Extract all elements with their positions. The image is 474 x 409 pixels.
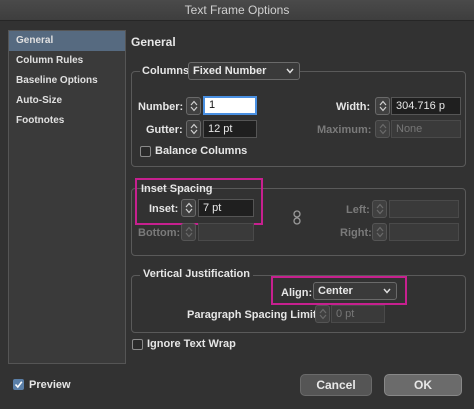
stepper-arrows-icon	[379, 123, 386, 135]
vertical-justification-title: Vertical Justification	[140, 268, 253, 280]
width-label: Width:	[336, 101, 371, 113]
inset-label: Inset:	[149, 203, 179, 215]
columns-label: Columns:	[140, 65, 195, 77]
section-title: General	[131, 35, 176, 49]
bottom-input	[198, 223, 254, 241]
stepper-arrows-icon	[190, 100, 197, 112]
sidebar-item-baseline-options[interactable]: Baseline Options	[9, 71, 125, 91]
columns-type-value: Fixed Number	[193, 65, 267, 77]
right-stepper	[372, 223, 387, 241]
balance-columns-checkbox[interactable]	[140, 146, 151, 157]
stepper-arrows-icon	[185, 226, 192, 238]
gutter-label: Gutter:	[146, 124, 183, 136]
maximum-stepper	[375, 120, 390, 138]
paragraph-spacing-input: 0 pt	[331, 305, 385, 323]
left-stepper	[372, 200, 387, 218]
inset-stepper[interactable]	[181, 199, 196, 217]
sidebar-item-auto-size[interactable]: Auto-Size	[9, 91, 125, 111]
number-stepper[interactable]	[186, 97, 201, 115]
width-input[interactable]: 304.716 p	[391, 97, 461, 115]
align-value: Center	[318, 285, 353, 297]
preview-label: Preview	[29, 379, 71, 391]
sidebar: General Column Rules Baseline Options Au…	[8, 30, 126, 364]
sidebar-item-general[interactable]: General	[9, 31, 125, 51]
align-label: Align:	[281, 287, 313, 299]
inset-input[interactable]: 7 pt	[198, 199, 254, 217]
number-label: Number:	[138, 101, 184, 113]
stepper-arrows-icon	[379, 100, 386, 112]
maximum-input: None	[391, 120, 461, 138]
window-title: Text Frame Options	[0, 0, 474, 21]
bottom-label: Bottom:	[138, 227, 181, 239]
paragraph-spacing-limit-label: Paragraph Spacing Limit:	[187, 309, 321, 321]
sidebar-item-footnotes[interactable]: Footnotes	[9, 111, 125, 131]
checkmark-icon	[14, 381, 23, 389]
stepper-arrows-icon	[190, 123, 197, 135]
ignore-text-wrap-label: Ignore Text Wrap	[147, 338, 236, 350]
chain-link-icon[interactable]	[292, 210, 302, 229]
inset-spacing-title: Inset Spacing	[141, 183, 213, 195]
sidebar-item-column-rules[interactable]: Column Rules	[9, 51, 125, 71]
width-stepper[interactable]	[375, 97, 390, 115]
columns-type-select[interactable]: Fixed Number	[188, 62, 300, 80]
bottom-stepper	[181, 223, 196, 241]
stepper-arrows-icon	[319, 308, 326, 320]
right-input	[389, 223, 459, 241]
gutter-stepper[interactable]	[186, 120, 201, 138]
paragraph-spacing-stepper	[315, 305, 330, 323]
number-input[interactable]: 1	[203, 96, 257, 115]
gutter-input[interactable]: 12 pt	[203, 120, 257, 138]
chevron-down-icon	[383, 288, 391, 294]
preview-checkbox[interactable]	[13, 379, 24, 390]
align-select[interactable]: Center	[313, 282, 397, 300]
ignore-text-wrap-checkbox[interactable]	[132, 339, 143, 350]
stepper-arrows-icon	[376, 226, 383, 238]
cancel-button[interactable]: Cancel	[300, 374, 372, 396]
balance-columns-label: Balance Columns	[155, 145, 248, 157]
left-input	[389, 200, 459, 218]
maximum-label: Maximum:	[317, 124, 372, 136]
left-label: Left:	[346, 204, 370, 216]
chevron-down-icon	[286, 68, 294, 74]
stepper-arrows-icon	[376, 203, 383, 215]
right-label: Right:	[340, 227, 372, 239]
stepper-arrows-icon	[185, 202, 192, 214]
ok-button[interactable]: OK	[384, 374, 462, 396]
